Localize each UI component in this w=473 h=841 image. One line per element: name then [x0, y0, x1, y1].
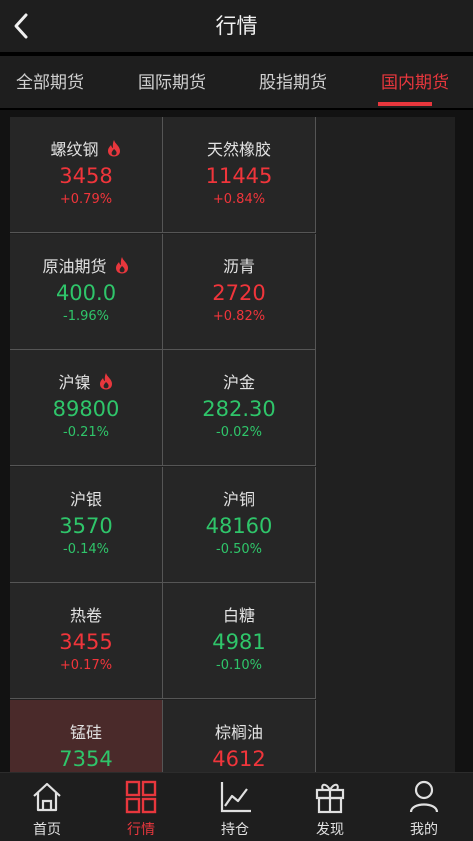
quote-cell[interactable]: 螺纹钢 3458 +0.79% [10, 117, 163, 233]
quote-price: 3455 [59, 630, 113, 654]
nav-discover-label: 发现 [316, 822, 344, 838]
quote-price: 400.0 [55, 280, 117, 305]
hot-flame-icon [114, 256, 130, 280]
grid-icon [125, 780, 157, 814]
home-icon [33, 782, 61, 812]
quote-name: 白糖 [163, 605, 315, 627]
nav-profile-label: 我的 [410, 822, 438, 838]
quote-name: 沥青 [163, 256, 315, 278]
quote-name: 沪金 [163, 372, 315, 394]
nav-home-label: 首页 [33, 822, 61, 838]
quote-cell[interactable]: 沪镍 89800 -0.21% [10, 350, 163, 466]
quote-name-text: 原油期货 [42, 256, 107, 276]
active-tab-indicator [378, 102, 432, 106]
tab-index-futures[interactable]: 股指期货 [243, 56, 343, 110]
quote-price: 7354 [59, 746, 113, 771]
quote-name-text: 沥青 [222, 256, 255, 276]
user-icon [409, 780, 439, 813]
page-title: 行情 [215, 14, 258, 38]
quote-name-text: 锰硅 [69, 722, 102, 742]
quote-name-text: 沪银 [69, 489, 102, 509]
quote-price: 3570 [59, 513, 113, 538]
quote-name-text: 棕榈油 [214, 722, 263, 742]
quote-price: 89800 [52, 397, 120, 421]
nav-market[interactable]: 行情 [94, 773, 188, 841]
quote-name: 沪镍 [10, 372, 162, 396]
quote-cell[interactable]: 锰硅 7354 [10, 699, 163, 772]
quote-cell[interactable]: 沪金 282.30 -0.02% [163, 350, 316, 466]
bottom-nav: 首页 行情 持仓 发现 我的 [0, 772, 473, 841]
quote-name-text: 沪铜 [222, 489, 255, 509]
quote-price: 11445 [205, 164, 273, 188]
quote-change: -0.14% [63, 541, 109, 557]
market-tabs: 全部期货 国际期货 股指期货 国内期货 [0, 56, 473, 110]
quote-name-text: 热卷 [69, 606, 102, 625]
quote-name: 天然橡胶 [163, 139, 315, 161]
quote-cell[interactable]: 沥青 2720 +0.82% [163, 233, 316, 350]
quote-cell[interactable]: 棕榈油 4612 [163, 699, 316, 772]
quote-name-text: 天然橡胶 [206, 140, 271, 159]
quote-cell[interactable]: 原油期货 400.0 -1.96% [10, 233, 163, 350]
hot-flame-icon [98, 372, 114, 396]
quote-name-text: 螺纹钢 [50, 140, 99, 159]
quote-name-text: 沪金 [222, 373, 255, 392]
nav-positions-label: 持仓 [221, 822, 249, 838]
quote-price: 4981 [212, 630, 266, 654]
quote-name: 沪铜 [163, 489, 315, 511]
quote-cell[interactable]: 沪银 3570 -0.14% [10, 466, 163, 583]
quote-change: -0.02% [216, 425, 262, 440]
quote-change: +0.17% [59, 658, 113, 673]
quote-grid-area[interactable]: 螺纹钢 3458 +0.79% 天然橡胶 11445 +0.84% 原油期货 400.0 -1.… [0, 110, 473, 772]
tab-international-futures[interactable]: 国际期货 [122, 56, 222, 110]
quote-cell[interactable]: 白糖 4981 -0.10% [163, 583, 316, 699]
quote-price: 282.30 [202, 397, 276, 421]
chart-line-icon [220, 782, 251, 813]
quote-change: -0.21% [63, 425, 109, 440]
quote-cell[interactable]: 沪铜 48160 -0.50% [163, 466, 316, 583]
quote-name: 热卷 [10, 605, 162, 627]
nav-positions[interactable]: 持仓 [188, 773, 282, 841]
quote-change: +0.84% [212, 192, 266, 207]
tab-all-futures[interactable]: 全部期货 [0, 56, 100, 110]
quote-change: -0.10% [216, 658, 262, 673]
quote-name-text: 白糖 [222, 606, 255, 625]
quote-price: 4612 [212, 746, 266, 771]
nav-home[interactable]: 首页 [0, 773, 94, 841]
gift-icon [315, 783, 345, 814]
quote-name: 螺纹钢 [10, 139, 162, 163]
nav-profile[interactable]: 我的 [377, 773, 471, 841]
quote-change: +0.82% [212, 308, 266, 324]
quote-cell[interactable]: 天然橡胶 11445 +0.84% [163, 117, 316, 233]
quote-change: -0.50% [216, 541, 262, 557]
hot-flame-icon [106, 139, 122, 163]
nav-market-label: 行情 [127, 822, 155, 838]
quote-name: 沪银 [10, 489, 162, 511]
quote-price: 48160 [205, 513, 273, 538]
quote-name: 棕榈油 [163, 722, 315, 744]
quote-price: 2720 [212, 280, 266, 305]
nav-discover[interactable]: 发现 [283, 773, 377, 841]
quote-grid: 螺纹钢 3458 +0.79% 天然橡胶 11445 +0.84% 原油期货 400.0 -1.… [10, 117, 455, 772]
quote-price: 3458 [59, 164, 113, 188]
quote-change: +0.79% [59, 192, 113, 207]
top-bar: 行情 [0, 0, 473, 52]
quote-cell[interactable]: 热卷 3455 +0.17% [10, 583, 163, 699]
quote-name-text: 沪镍 [58, 373, 91, 392]
quote-name: 原油期货 [10, 256, 162, 280]
quote-name: 锰硅 [10, 722, 162, 744]
quote-change: -1.96% [63, 308, 109, 324]
